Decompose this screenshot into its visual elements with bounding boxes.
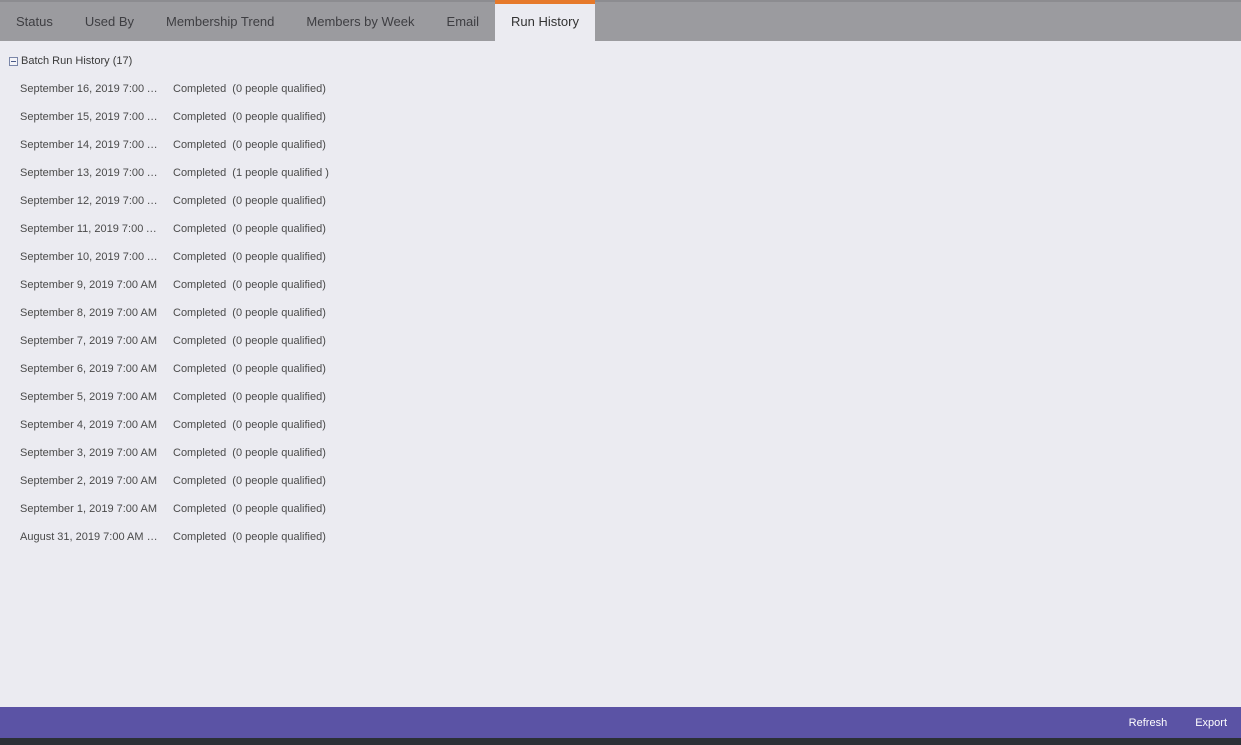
- refresh-button[interactable]: Refresh: [1115, 717, 1182, 729]
- batch-run-history-node[interactable]: Batch Run History (17): [9, 55, 132, 67]
- run-date: September 12, 2019 7:00 AM: [20, 195, 160, 207]
- run-history-row[interactable]: September 15, 2019 7:00 AM Completed (0 p…: [0, 104, 400, 132]
- tab-status[interactable]: Status: [0, 2, 69, 41]
- run-date: September 5, 2019 7:00 AM: [20, 391, 157, 403]
- tab-email[interactable]: Email: [431, 2, 496, 41]
- run-date: September 1, 2019 7:00 AM: [20, 503, 157, 515]
- run-history-row[interactable]: September 10, 2019 7:00 AM Completed (0 p…: [0, 244, 400, 272]
- run-status: Completed (0 people qualified): [173, 335, 326, 347]
- run-history-row[interactable]: September 2, 2019 7:00 AM Completed (0 pe…: [0, 468, 400, 496]
- run-status: Completed (1 people qualified ): [173, 167, 329, 179]
- run-status: Completed (0 people qualified): [173, 195, 326, 207]
- run-status: Completed (0 people qualified): [173, 503, 326, 515]
- run-history-row[interactable]: September 12, 2019 7:00 AM Completed (0 p…: [0, 188, 400, 216]
- run-date: September 8, 2019 7:00 AM: [20, 307, 157, 319]
- run-status: Completed (0 people qualified): [173, 223, 326, 235]
- run-status: Completed (0 people qualified): [173, 363, 326, 375]
- run-history-row[interactable]: August 31, 2019 7:00 AM M... Completed (0…: [0, 524, 400, 552]
- collapse-icon[interactable]: [9, 56, 18, 66]
- run-date: September 13, 2019 7:00 AM: [20, 167, 160, 179]
- tab-label: Used By: [84, 14, 134, 29]
- batch-run-history-label: Batch Run History (17): [21, 55, 133, 67]
- tab-members-by-week[interactable]: Members by Week: [290, 2, 430, 41]
- run-status: Completed (0 people qualified): [173, 447, 326, 459]
- tab-used-by[interactable]: Used By: [69, 2, 150, 41]
- run-date: September 6, 2019 7:00 AM: [20, 363, 157, 375]
- export-button[interactable]: Export: [1181, 717, 1241, 729]
- run-status: Completed (0 people qualified): [173, 307, 326, 319]
- run-date: September 15, 2019 7:00 AM: [20, 111, 160, 123]
- run-history-row[interactable]: September 1, 2019 7:00 AM Completed (0 pe…: [0, 496, 400, 524]
- run-history-row[interactable]: September 3, 2019 7:00 AM Completed (0 pe…: [0, 440, 400, 468]
- run-date: August 31, 2019 7:00 AM M...: [20, 531, 160, 543]
- run-date: September 9, 2019 7:00 AM: [20, 279, 157, 291]
- run-date: September 2, 2019 7:00 AM: [20, 475, 157, 487]
- tab-label: Members by Week: [306, 14, 415, 29]
- run-history-row[interactable]: September 5, 2019 7:00 AM Completed (0 pe…: [0, 384, 400, 412]
- footer-bar: Refresh Export: [0, 707, 1241, 738]
- run-history-content: Batch Run History (17) September 16, 201…: [0, 41, 1241, 707]
- run-status: Completed (0 people qualified): [173, 83, 326, 95]
- run-date: September 11, 2019 7:00 AM: [20, 223, 160, 235]
- run-status: Completed (0 people qualified): [173, 139, 326, 151]
- run-history-row[interactable]: September 11, 2019 7:00 AM Completed (0 p…: [0, 216, 400, 244]
- run-status: Completed (0 people qualified): [173, 531, 326, 543]
- run-date: September 7, 2019 7:00 AM: [20, 335, 157, 347]
- run-date: September 3, 2019 7:00 AM: [20, 447, 157, 459]
- run-history-row[interactable]: September 16, 2019 7:00 AM Completed (0 p…: [0, 76, 400, 104]
- tab-label: Run History: [511, 14, 579, 29]
- tab-label: Membership Trend: [166, 14, 275, 29]
- run-date: September 14, 2019 7:00 AM: [20, 139, 160, 151]
- run-history-row[interactable]: September 6, 2019 7:00 AM Completed (0 pe…: [0, 356, 400, 384]
- run-status: Completed (0 people qualified): [173, 111, 326, 123]
- tab-label: Status: [16, 14, 53, 29]
- tab-label: Email: [446, 14, 480, 29]
- run-status: Completed (0 people qualified): [173, 279, 326, 291]
- run-history-list: September 16, 2019 7:00 AM Completed (0 p…: [0, 76, 400, 552]
- run-history-row[interactable]: September 13, 2019 7:00 AM Completed (1 p…: [0, 160, 400, 188]
- run-date: September 16, 2019 7:00 AM: [20, 83, 160, 95]
- run-status: Completed (0 people qualified): [173, 475, 326, 487]
- run-date: September 4, 2019 7:00 AM: [20, 419, 157, 431]
- run-history-row[interactable]: September 7, 2019 7:00 AM Completed (0 pe…: [0, 328, 400, 356]
- run-date: September 10, 2019 7:00 AM: [20, 251, 160, 263]
- run-history-row[interactable]: September 14, 2019 7:00 AM Completed (0 p…: [0, 132, 400, 160]
- run-history-row[interactable]: September 9, 2019 7:00 AM Completed (0 pe…: [0, 272, 400, 300]
- tab-bar: Status Used By Membership Trend Members …: [0, 0, 1241, 41]
- tab-membership-trend[interactable]: Membership Trend: [150, 2, 290, 41]
- run-status: Completed (0 people qualified): [173, 251, 326, 263]
- run-history-row[interactable]: September 4, 2019 7:00 AM Completed (0 pe…: [0, 412, 400, 440]
- run-history-panel: Status Used By Membership Trend Members …: [0, 0, 1241, 745]
- run-status: Completed (0 people qualified): [173, 391, 326, 403]
- run-history-row[interactable]: September 8, 2019 7:00 AM Completed (0 pe…: [0, 300, 400, 328]
- bottom-strip: [0, 738, 1241, 745]
- tab-run-history[interactable]: Run History: [495, 0, 595, 41]
- run-status: Completed (0 people qualified): [173, 419, 326, 431]
